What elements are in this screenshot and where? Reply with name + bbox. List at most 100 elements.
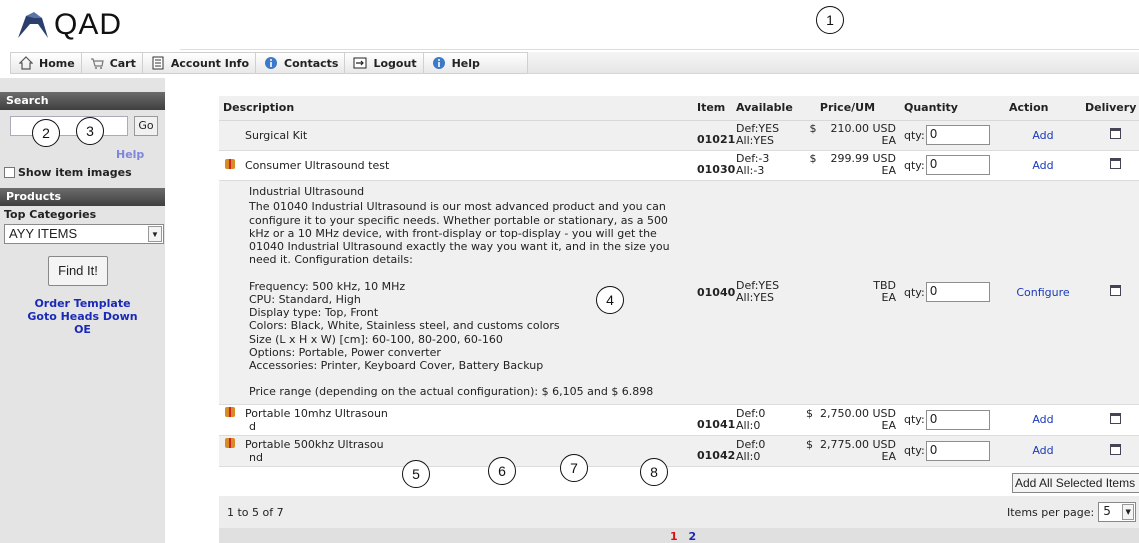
price-cell: $ 299.99 USD EA bbox=[795, 150, 900, 181]
col-quantity[interactable]: Quantity bbox=[900, 96, 1005, 121]
avail-all: All:0 bbox=[736, 449, 761, 463]
sidebar-links: Order Template Goto Heads Down OE bbox=[0, 297, 165, 336]
help-icon bbox=[432, 57, 445, 69]
category-select[interactable]: AYY ITEMS ▼ bbox=[4, 224, 164, 244]
calendar-icon[interactable] bbox=[1109, 128, 1121, 139]
avail-all: All:0 bbox=[736, 418, 761, 432]
quantity-cell: qty: 0 bbox=[900, 150, 1005, 181]
qty-input[interactable]: 0 bbox=[925, 440, 990, 461]
nav-account-label: Account Info bbox=[170, 56, 250, 70]
promo-gift-icon bbox=[225, 437, 235, 448]
price-cell: TBD EA bbox=[795, 180, 900, 405]
qty-input[interactable]: 0 bbox=[925, 125, 990, 145]
show-images-option[interactable]: Show item images bbox=[4, 166, 132, 179]
availability: Def:-3 All:-3 bbox=[732, 150, 795, 181]
nav-logout[interactable]: Logout bbox=[345, 53, 424, 73]
search-input[interactable] bbox=[10, 116, 128, 136]
page-link-current[interactable]: 1 bbox=[670, 530, 678, 543]
description-cell: Portable 500khz Ultrasou nd bbox=[219, 435, 693, 467]
add-link[interactable]: Add bbox=[1005, 150, 1081, 181]
calendar-icon[interactable] bbox=[1109, 158, 1121, 169]
qty-input[interactable]: 0 bbox=[925, 155, 990, 175]
avail-all: All:-3 bbox=[736, 164, 765, 177]
account-icon bbox=[152, 56, 164, 70]
item-code: 01042 bbox=[693, 435, 735, 467]
annotation-marker: 2 bbox=[32, 119, 60, 147]
price-cell: $ 2,750.00 USD EA bbox=[795, 404, 900, 436]
logout-icon bbox=[353, 57, 367, 69]
show-images-checkbox[interactable] bbox=[4, 167, 15, 178]
col-description[interactable]: Description bbox=[219, 96, 693, 121]
description-cell: Consumer Ultrasound test bbox=[219, 150, 693, 181]
price-um: EA bbox=[881, 164, 896, 177]
table-row: Portable 10mhz Ultrasoun d 01041 Def:0 A… bbox=[219, 404, 1139, 436]
product-name-cont: nd bbox=[249, 450, 263, 464]
items-per-page-value: 5 bbox=[1103, 504, 1111, 518]
product-name[interactable]: Surgical Kit bbox=[245, 129, 307, 142]
products-header-wrap: Products bbox=[0, 188, 165, 206]
nav-filler bbox=[528, 52, 1139, 74]
nav-home-label: Home bbox=[39, 56, 75, 70]
add-link[interactable]: Add bbox=[1005, 404, 1081, 436]
oe-link[interactable]: OE bbox=[0, 323, 165, 336]
add-all-selected-button[interactable]: Add All Selected Items bbox=[1012, 473, 1139, 493]
product-name[interactable]: Industrial Ultrasound bbox=[249, 185, 689, 198]
items-per-page-select[interactable]: 5 ▼ bbox=[1098, 502, 1137, 522]
col-price[interactable]: Price/UM bbox=[795, 96, 900, 121]
qad-logo: QAD bbox=[16, 8, 122, 42]
annotation-marker: 8 bbox=[640, 458, 668, 486]
availability: Def:0 All:0 bbox=[732, 435, 795, 467]
search-help-link[interactable]: Help bbox=[116, 148, 144, 161]
col-delivery[interactable]: Delivery bbox=[1081, 96, 1139, 121]
product-name-cont: d bbox=[249, 419, 256, 433]
products-header: Products bbox=[0, 188, 165, 206]
logo-text: QAD bbox=[54, 8, 123, 41]
product-name[interactable]: Consumer Ultrasound test bbox=[245, 159, 389, 172]
add-link[interactable]: Add bbox=[1005, 435, 1081, 467]
nav-cart[interactable]: Cart bbox=[82, 53, 143, 73]
nav-contacts[interactable]: Contacts bbox=[256, 53, 346, 73]
product-name[interactable]: Portable 10mhz Ultrasoun bbox=[245, 407, 388, 420]
price-um: EA bbox=[881, 134, 896, 147]
configure-link[interactable]: Configure bbox=[1005, 180, 1081, 405]
calendar-icon[interactable] bbox=[1109, 412, 1121, 424]
col-available[interactable]: Available bbox=[732, 96, 795, 121]
qty-label: qty: bbox=[904, 158, 925, 172]
item-code: 01040 bbox=[693, 180, 735, 405]
left-sidebar: Search Go Help Show item images Products… bbox=[0, 78, 165, 543]
find-it-button[interactable]: Find It! bbox=[48, 256, 108, 286]
add-link[interactable]: Add bbox=[1005, 120, 1081, 151]
calendar-icon[interactable] bbox=[1109, 285, 1121, 296]
page-link[interactable]: 2 bbox=[689, 530, 697, 543]
header-rule bbox=[180, 49, 1139, 50]
order-template-link[interactable]: Order Template bbox=[0, 297, 165, 310]
items-per-page: Items per page: 5 ▼ bbox=[1007, 502, 1137, 522]
delivery-cell bbox=[1081, 435, 1139, 467]
availability: Def:YES All:YES bbox=[732, 180, 795, 405]
nav-home[interactable]: Home bbox=[11, 53, 82, 73]
heads-down-link[interactable]: Goto Heads Down bbox=[0, 310, 165, 323]
col-item[interactable]: Item bbox=[693, 96, 732, 121]
table-row: Surgical Kit 01021 Def:YES All:YES $ 210… bbox=[219, 120, 1139, 151]
qad-logo-mark-icon bbox=[18, 12, 48, 38]
avail-default: Def:0 bbox=[736, 437, 766, 451]
annotation-marker: 6 bbox=[488, 457, 516, 485]
cart-icon bbox=[90, 58, 104, 69]
col-action[interactable]: Action bbox=[1005, 96, 1081, 121]
nav-account-info[interactable]: Account Info bbox=[143, 53, 257, 73]
qty-input[interactable]: 0 bbox=[925, 409, 990, 430]
go-button[interactable]: Go bbox=[134, 116, 158, 136]
table-row: Industrial Ultrasound The 01040 Industri… bbox=[219, 180, 1139, 405]
delivery-cell bbox=[1081, 404, 1139, 436]
qty-input[interactable]: 0 bbox=[925, 282, 990, 302]
product-name[interactable]: Portable 500khz Ultrasou bbox=[245, 438, 384, 451]
category-select-value: AYY ITEMS bbox=[9, 226, 78, 241]
promo-gift-icon bbox=[225, 406, 235, 417]
qty-label: qty: bbox=[904, 128, 925, 142]
annotation-marker: 3 bbox=[76, 117, 104, 145]
nav-help[interactable]: Help bbox=[424, 53, 486, 73]
price-um: EA bbox=[881, 291, 896, 304]
qty-label: qty: bbox=[904, 285, 925, 299]
calendar-icon[interactable] bbox=[1109, 443, 1121, 455]
paging-bar bbox=[219, 496, 1139, 528]
